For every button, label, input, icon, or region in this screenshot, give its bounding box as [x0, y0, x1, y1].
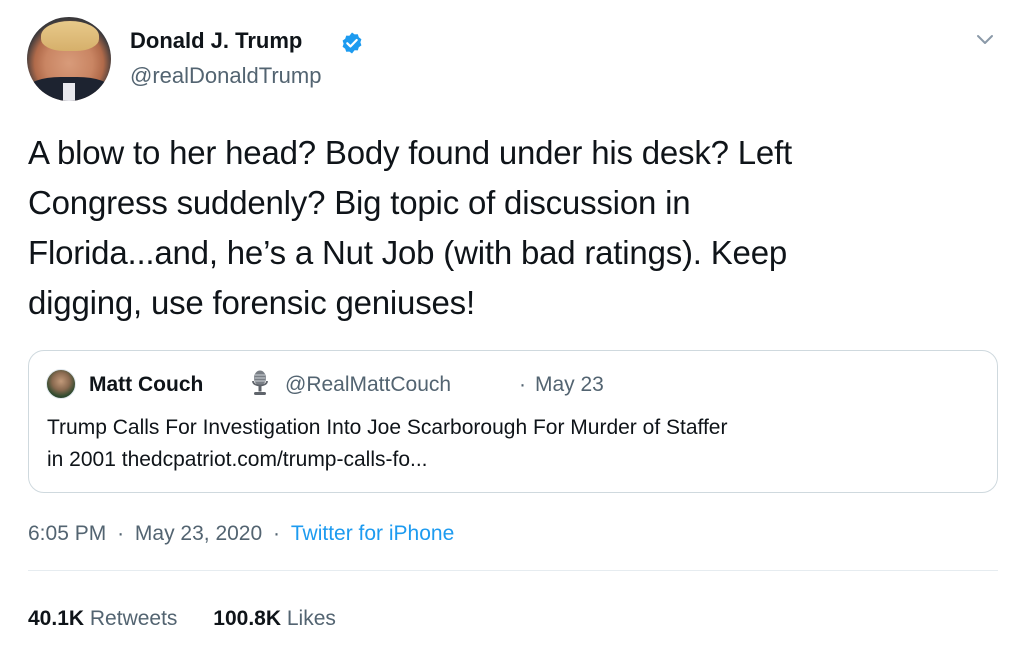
- author-handle[interactable]: @realDonaldTrump: [130, 63, 321, 89]
- retweets-count: 40.1K: [28, 607, 85, 630]
- quoted-author-avatar[interactable]: [46, 369, 76, 399]
- tweet-meta: 6:05 PM · May 23, 2020 · Twitter for iPh…: [28, 522, 454, 552]
- quoted-author-handle[interactable]: @RealMattCouch: [285, 373, 451, 397]
- likes-label: Likes: [286, 607, 336, 630]
- tweet-text: A blow to her head? Body found under his…: [28, 134, 793, 321]
- quoted-date[interactable]: May 23: [535, 373, 604, 397]
- microphone-icon: [252, 370, 268, 395]
- likes-count: 100.8K: [213, 607, 281, 630]
- retweets-label: Retweets: [89, 607, 178, 630]
- tweet-date[interactable]: May 23, 2020: [135, 522, 262, 546]
- avatar-hair: [41, 21, 99, 51]
- quoted-author-name[interactable]: Matt Couch: [89, 373, 203, 397]
- author-name[interactable]: Donald J. Trump: [130, 28, 302, 54]
- engagement-stats: 40.1K Retweets 100.8K Likes: [28, 607, 336, 631]
- meta-separator: ·: [273, 522, 281, 545]
- chevron-down-icon[interactable]: [974, 28, 996, 50]
- retweets-stat[interactable]: 40.1K Retweets: [28, 607, 177, 631]
- tweet-source-link[interactable]: Twitter for iPhone: [291, 522, 454, 546]
- divider: [28, 570, 998, 571]
- verified-badge-icon: [342, 32, 362, 54]
- tweet-time[interactable]: 6:05 PM: [28, 522, 106, 546]
- likes-stat[interactable]: 100.8K Likes: [213, 607, 336, 631]
- author-avatar[interactable]: [27, 17, 111, 101]
- quoted-separator: ·: [519, 373, 526, 396]
- quoted-tweet-text: Trump Calls For Investigation Into Joe S…: [47, 416, 728, 471]
- tweet-card: Donald J. Trump @realDonaldTrump A blow …: [0, 0, 1024, 663]
- meta-separator: ·: [117, 522, 125, 545]
- quoted-tweet[interactable]: Matt Couch @RealMattCouch · May 23 Trump…: [28, 350, 998, 493]
- avatar-shirt: [63, 83, 75, 101]
